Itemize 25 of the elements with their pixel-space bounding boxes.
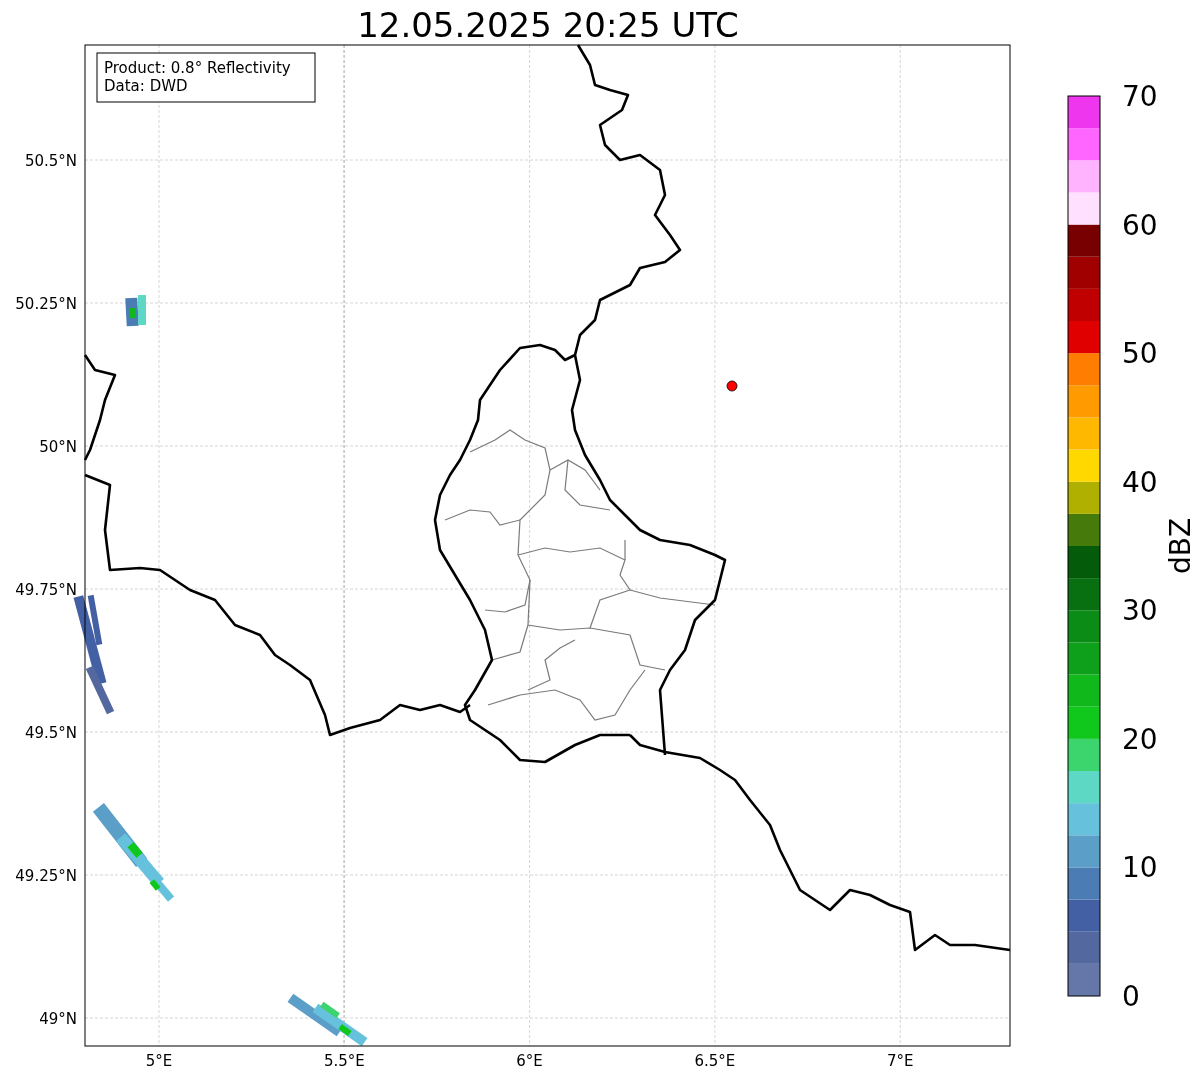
latitude-label: 50.25°N [15, 295, 77, 313]
colorbar-tick-label: 0 [1122, 980, 1140, 1013]
colorbar-tick-label: 40 [1122, 465, 1158, 499]
longitude-label: 6°E [516, 1052, 543, 1070]
latitude-label: 49.5°N [24, 724, 77, 742]
radar-site-marker [726, 380, 738, 392]
info-text: Product: 0.8° Reflectivity [104, 59, 291, 77]
map-title: 12.05.2025 20:25 UTC [357, 5, 739, 45]
colorbar-tick-label: 20 [1122, 722, 1158, 756]
latitude-label: 50°N [39, 438, 77, 456]
colorbar-tick-label: 60 [1122, 208, 1158, 242]
longitude-label: 7°E [886, 1052, 914, 1070]
latitude-label: 49.25°N [15, 867, 77, 885]
longitude-label: 5°E [145, 1052, 173, 1070]
latitude-label: 50.5°N [24, 152, 77, 170]
colorbar-tick-label: 10 [1122, 851, 1158, 885]
colorbar-label: dBZ [1164, 517, 1197, 575]
colorbar-tick-label: 50 [1122, 337, 1158, 371]
latitude-label: 49.75°N [15, 581, 77, 599]
info-text: Data: DWD [104, 77, 188, 95]
latitude-label: 49°N [39, 1010, 77, 1028]
colorbar-tick-label: 70 [1122, 80, 1158, 113]
longitude-label: 5.5°E [323, 1052, 365, 1070]
colorbar-tick-label: 30 [1122, 594, 1158, 628]
longitude-label: 6.5°E [694, 1052, 736, 1070]
